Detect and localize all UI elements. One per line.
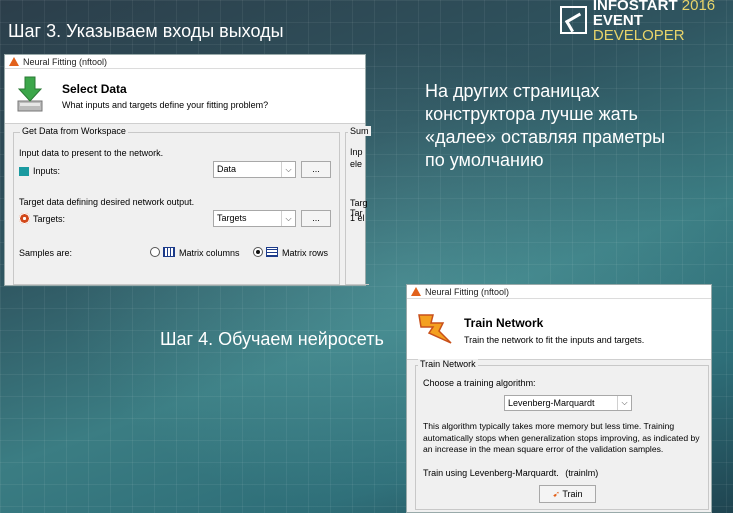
matrix-columns-radio[interactable] <box>150 247 160 257</box>
inputs-select-value: Data <box>217 164 237 174</box>
algorithm-select[interactable]: Levenberg-Marquardt ⌵ <box>504 395 632 411</box>
targets-select[interactable]: Targets ⌵ <box>213 210 296 227</box>
matrix-rows-icon <box>266 247 278 257</box>
window-title: Neural Fitting (nftool) <box>425 286 510 297</box>
train-button[interactable]: ➹ Train <box>539 485 596 503</box>
inputs-select[interactable]: Data ⌵ <box>213 161 296 178</box>
train-network-group-label: Train Network <box>418 359 478 369</box>
chevron-down-icon: ⌵ <box>617 396 631 410</box>
train-button-label: Train <box>562 489 583 499</box>
algorithm-select-value: Levenberg-Marquardt <box>508 398 595 408</box>
matlab-icon <box>9 57 19 66</box>
choose-algorithm-label: Choose a training algorithm: <box>423 378 536 388</box>
samples-label: Samples are: <box>19 248 73 258</box>
header-title: Train Network <box>464 316 544 330</box>
train-using-label: Train using Levenberg-Marquardt. (trainl… <box>423 468 598 478</box>
train-icon: ➹ <box>552 489 561 499</box>
matlab-icon <box>411 287 421 296</box>
algorithm-description: This algorithm typically takes more memo… <box>423 421 700 454</box>
summary-group-label: Sum <box>348 126 371 136</box>
lightning-bolt-icon <box>418 314 452 344</box>
inputs-browse-button[interactable]: ... <box>301 161 331 178</box>
train-using-text: Train using Levenberg-Marquardt. <box>423 468 559 478</box>
window-titlebar: Neural Fitting (nftool) <box>5 55 365 69</box>
select-data-header: Select Data What inputs and targets defi… <box>5 69 365 124</box>
matrix-columns-label: Matrix columns <box>179 248 240 258</box>
train-network-window: Neural Fitting (nftool) Train Network Tr… <box>406 284 712 513</box>
summary-line: 1 el <box>350 213 365 223</box>
targets-select-value: Targets <box>217 213 247 223</box>
summary-line: Targ <box>350 198 368 208</box>
select-data-window: Neural Fitting (nftool) Select Data What… <box>4 54 371 286</box>
matrix-columns-icon <box>163 247 175 257</box>
train-function-name: (trainlm) <box>565 468 599 478</box>
summary-line: Inp <box>350 147 363 157</box>
header-title: Select Data <box>62 82 127 96</box>
summary-line: ele <box>350 159 363 169</box>
targets-label: Targets: <box>33 214 66 224</box>
target-icon <box>19 213 30 224</box>
inputs-description: Input data to present to the network. <box>19 148 164 158</box>
window-titlebar: Neural Fitting (nftool) <box>407 285 711 299</box>
inputs-label: Inputs: <box>33 166 61 176</box>
targets-description: Target data defining desired network out… <box>19 197 195 207</box>
infostart-logo: INFOSTART 2016 EVENT DEVELOPER <box>560 0 732 43</box>
matrix-rows-radio[interactable] <box>253 247 263 257</box>
logo-tag: DEVELOPER <box>592 26 685 44</box>
chevron-down-icon: ⌵ <box>281 211 295 226</box>
workspace-group-label: Get Data from Workspace <box>20 126 128 136</box>
chevron-down-icon: ⌵ <box>281 162 295 177</box>
inputs-icon <box>19 167 29 176</box>
header-subtitle: What inputs and targets define your fitt… <box>62 100 269 110</box>
targets-browse-button[interactable]: ... <box>301 210 331 227</box>
step4-title: Шаг 4. Обучаем нейросеть <box>160 329 384 349</box>
train-network-header: Train Network Train the network to fit t… <box>407 299 711 360</box>
header-subtitle: Train the network to fit the inputs and … <box>464 335 645 345</box>
infostart-logo-icon <box>560 6 587 34</box>
step3-title: Шаг 3. Указываем входы выходы <box>8 21 284 41</box>
logo-year: 2016 <box>681 0 716 14</box>
matrix-rows-label: Matrix rows <box>282 248 329 258</box>
download-data-icon <box>17 76 43 112</box>
window-title: Neural Fitting (nftool) <box>23 56 108 67</box>
slide-note: На других страницах конструктора лучше ж… <box>425 81 666 170</box>
